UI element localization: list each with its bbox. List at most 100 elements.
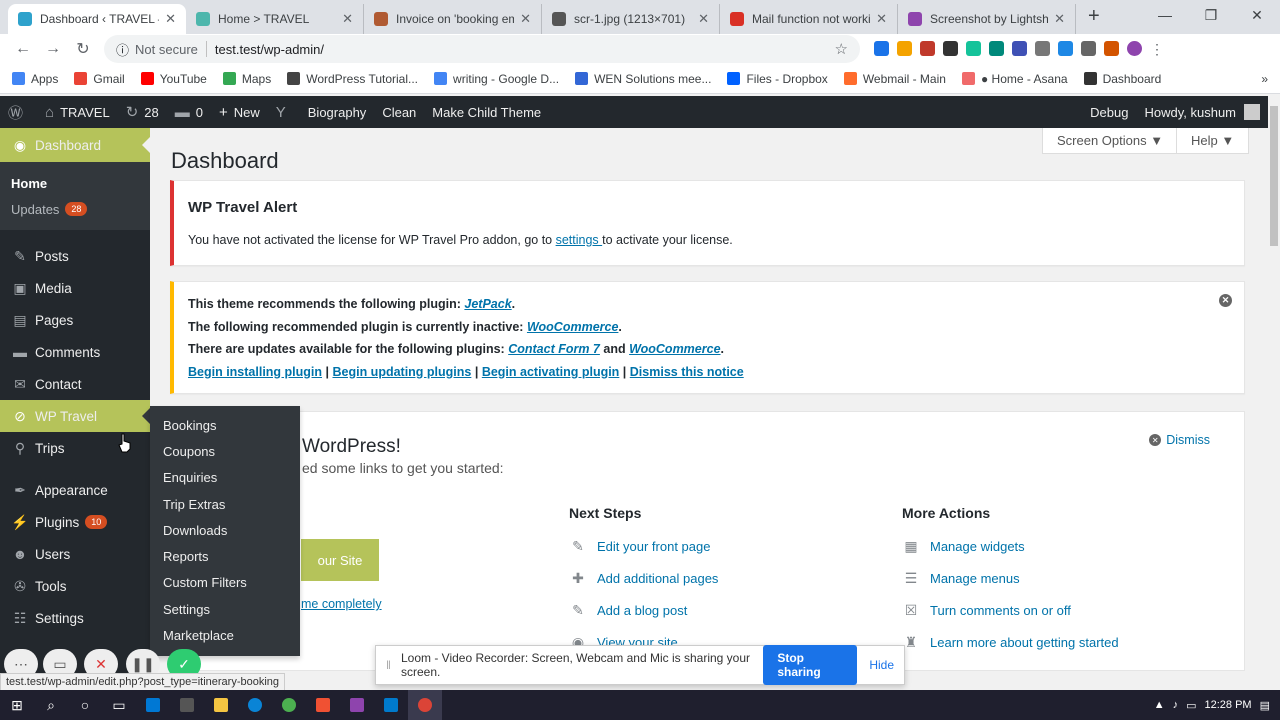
flyout-item[interactable]: Downloads bbox=[150, 517, 300, 543]
screen-options-button[interactable]: Screen Options ▼ bbox=[1042, 128, 1179, 154]
extension-icon[interactable] bbox=[920, 40, 935, 56]
bookmark-item[interactable]: Gmail bbox=[74, 72, 125, 86]
close-tab-icon[interactable]: ✕ bbox=[876, 11, 887, 27]
action-link[interactable]: ▦ Manage widgets bbox=[902, 530, 1119, 562]
new-tab-button[interactable]: + bbox=[1088, 5, 1100, 28]
menu-pages[interactable]: ▤ Pages bbox=[0, 304, 150, 336]
url-text[interactable]: test.test/wp-admin/ bbox=[215, 42, 835, 57]
bookmark-item[interactable]: Maps bbox=[222, 72, 271, 86]
comments-link[interactable]: ▬ 0 bbox=[167, 96, 211, 128]
vscode-icon[interactable] bbox=[374, 690, 408, 720]
woocommerce-link[interactable]: WooCommerce bbox=[629, 342, 720, 356]
task-view-icon[interactable]: ▭ bbox=[102, 690, 136, 720]
git-icon[interactable] bbox=[306, 690, 340, 720]
bookmark-item[interactable]: Apps bbox=[12, 72, 58, 86]
flyout-item[interactable]: Coupons bbox=[150, 438, 300, 464]
browser-tab[interactable]: Invoice on 'booking em ✕ bbox=[364, 4, 542, 34]
updates-link[interactable]: ↻ 28 bbox=[118, 96, 167, 128]
action-link[interactable]: ✚ Add additional pages bbox=[569, 562, 718, 594]
extension-icon[interactable] bbox=[897, 40, 912, 56]
change-theme-link[interactable]: me completely bbox=[301, 597, 382, 611]
child-theme-link[interactable]: Make Child Theme bbox=[424, 96, 549, 128]
submenu-updates[interactable]: Updates 28 bbox=[0, 196, 150, 222]
battery-icon[interactable]: ▭ bbox=[1186, 699, 1196, 712]
edge-icon[interactable] bbox=[238, 690, 272, 720]
browser-tab[interactable]: Mail function not worki ✕ bbox=[720, 4, 898, 34]
close-tab-icon[interactable]: ✕ bbox=[520, 11, 531, 27]
extension-icon[interactable] bbox=[1035, 40, 1050, 56]
action-link[interactable]: ✎ Edit your front page bbox=[569, 530, 718, 562]
flyout-item[interactable]: Bookings bbox=[150, 412, 300, 438]
extension-icon[interactable] bbox=[1104, 40, 1119, 56]
mail-app-icon[interactable] bbox=[136, 690, 170, 720]
yoast-link[interactable]: Y bbox=[268, 96, 300, 128]
menu-settings[interactable]: ☷ Settings bbox=[0, 602, 150, 634]
back-icon[interactable]: ← bbox=[8, 40, 38, 58]
bookmark-item[interactable]: YouTube bbox=[140, 72, 207, 86]
extension-icon[interactable] bbox=[1012, 40, 1027, 56]
wp-logo[interactable]: Ⓦ bbox=[0, 96, 37, 128]
browser-tab[interactable]: Screenshot by Lightsho ✕ bbox=[898, 4, 1076, 34]
menu-users[interactable]: ☻ Users bbox=[0, 538, 150, 570]
bookmark-item[interactable]: WordPress Tutorial... bbox=[287, 72, 418, 86]
menu-media[interactable]: ▣ Media bbox=[0, 272, 150, 304]
bookmark-item[interactable]: Dashboard bbox=[1083, 72, 1161, 86]
dismiss-welcome-link[interactable]: ✕ Dismiss bbox=[1149, 433, 1210, 447]
action-link[interactable]: ☰ Manage menus bbox=[902, 562, 1119, 594]
reload-icon[interactable]: ↻ bbox=[68, 39, 98, 59]
contact-form-7-link[interactable]: Contact Form 7 bbox=[508, 342, 600, 356]
more-bookmarks-icon[interactable]: » bbox=[1261, 72, 1268, 86]
close-tab-icon[interactable]: ✕ bbox=[342, 11, 353, 27]
cortana-icon[interactable]: ○ bbox=[68, 690, 102, 720]
file-explorer-icon[interactable] bbox=[204, 690, 238, 720]
biography-link[interactable]: Biography bbox=[300, 96, 375, 128]
flyout-item[interactable]: Settings bbox=[150, 596, 300, 622]
search-icon[interactable]: ⌕ bbox=[34, 690, 68, 720]
bookmark-star-icon[interactable]: ☆ bbox=[835, 40, 848, 58]
extension-icon[interactable] bbox=[874, 40, 889, 56]
lightshot-icon[interactable] bbox=[340, 690, 374, 720]
jetpack-link[interactable]: JetPack bbox=[464, 297, 511, 311]
menu-icon[interactable]: ⋮ bbox=[1150, 41, 1164, 58]
menu-contact[interactable]: ✉ Contact bbox=[0, 368, 150, 400]
settings-link[interactable]: settings bbox=[556, 233, 603, 247]
clock[interactable]: 12:28 PM bbox=[1205, 699, 1252, 711]
debug-link[interactable]: Debug bbox=[1082, 96, 1136, 128]
action-link[interactable]: ✎ Add a blog post bbox=[569, 594, 718, 626]
bookmark-item[interactable]: WEN Solutions mee... bbox=[575, 72, 711, 86]
close-tab-icon[interactable]: ✕ bbox=[698, 11, 709, 27]
help-button[interactable]: Help ▼ bbox=[1176, 128, 1250, 154]
minimize-button[interactable]: — bbox=[1142, 0, 1188, 30]
woocommerce-link[interactable]: WooCommerce bbox=[527, 320, 618, 334]
chrome-taskbar-icon[interactable] bbox=[272, 690, 306, 720]
extension-icon[interactable] bbox=[1058, 40, 1073, 56]
bookmark-item[interactable]: writing - Google D... bbox=[434, 72, 559, 86]
customize-site-button[interactable]: our Site bbox=[301, 539, 379, 581]
begin-activating-link[interactable]: Begin activating plugin bbox=[482, 365, 620, 379]
bookmark-item[interactable]: Files - Dropbox bbox=[727, 72, 828, 86]
flyout-item[interactable]: Trip Extras bbox=[150, 491, 300, 517]
windows-start-icon[interactable]: ⊞ bbox=[0, 690, 34, 720]
menu-tools[interactable]: ✇ Tools bbox=[0, 570, 150, 602]
browser-tab[interactable]: Dashboard ‹ TRAVEL — ✕ bbox=[8, 4, 186, 34]
info-icon[interactable]: ⓘ bbox=[116, 40, 129, 59]
menu-posts[interactable]: ✎ Posts bbox=[0, 240, 150, 272]
browser-tab[interactable]: scr-1.jpg (1213×701) ✕ bbox=[542, 4, 720, 34]
flyout-item[interactable]: Enquiries bbox=[150, 465, 300, 491]
submenu-home[interactable]: Home bbox=[0, 170, 150, 196]
extension-icon[interactable] bbox=[966, 40, 981, 56]
clean-link[interactable]: Clean bbox=[374, 96, 424, 128]
menu-dashboard[interactable]: ◉ Dashboard bbox=[0, 128, 150, 162]
menu-comments[interactable]: ▬ Comments bbox=[0, 336, 150, 368]
menu-plugins[interactable]: ⚡ Plugins 10 bbox=[0, 506, 150, 538]
address-bar[interactable]: ⓘ Not secure test.test/wp-admin/ ☆ bbox=[104, 35, 860, 63]
profile-avatar[interactable] bbox=[1127, 40, 1142, 56]
volume-icon[interactable]: ♪ bbox=[1173, 699, 1179, 711]
menu-appearance[interactable]: ✒ Appearance bbox=[0, 474, 150, 506]
close-icon[interactable]: ✕ bbox=[1219, 294, 1232, 307]
chrome-active-icon[interactable] bbox=[408, 690, 442, 720]
site-name[interactable]: ⌂ TRAVEL bbox=[37, 96, 118, 128]
bookmark-item[interactable]: ● Home - Asana bbox=[961, 72, 1068, 86]
begin-updating-link[interactable]: Begin updating plugins bbox=[332, 365, 471, 379]
close-tab-icon[interactable]: ✕ bbox=[1054, 11, 1065, 27]
